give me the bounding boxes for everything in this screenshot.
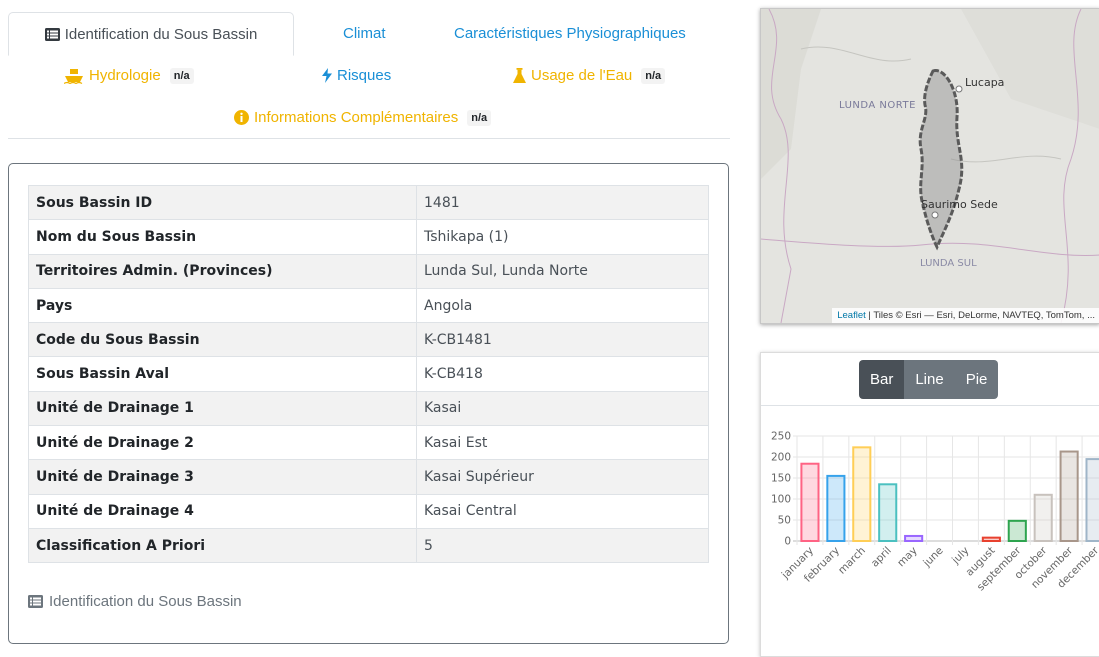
table-caption: Identification du Sous Bassin <box>28 593 242 610</box>
table-row: Sous Bassin Aval K-CB418 <box>28 356 709 392</box>
y-tick-label: 250 <box>771 431 791 443</box>
row-value: Tshikapa (1) <box>416 219 709 255</box>
y-tick-label: 100 <box>771 494 791 506</box>
tab-physiographiques[interactable]: Caractéristiques Physiographiques <box>454 25 686 42</box>
bar-august <box>981 536 1001 542</box>
row-value: Lunda Sul, Lunda Norte <box>416 253 709 289</box>
chart-card: Bar Line Pie 0 50 100 150 200 250 january febru… <box>760 352 1099 657</box>
bar-february <box>826 474 846 542</box>
bar-march <box>852 446 872 543</box>
table-row: Territoires Admin. (Provinces) Lunda Sul,… <box>28 253 709 289</box>
map-label-lucapa: Lucapa <box>965 76 1005 89</box>
line-button[interactable]: Line <box>904 360 955 399</box>
row-label: Nom du Sous Bassin <box>28 219 417 255</box>
identification-card: Sous Bassin ID 1481 Nom du Sous Bassin Tshi… <box>8 163 729 644</box>
bar-october <box>1033 493 1053 543</box>
x-tick-label: april <box>869 545 894 570</box>
row-label: Unité de Drainage 3 <box>28 459 417 495</box>
tab-usage-eau[interactable]: Usage de l'Eau n/a <box>513 67 666 84</box>
row-label: Sous Bassin ID <box>28 184 417 221</box>
y-tick-label: 0 <box>784 536 791 548</box>
row-label: Pays <box>28 287 417 324</box>
map-view[interactable]: Lucapa LUNDA NORTE Saurimo Sede LUNDA SU… <box>760 8 1099 324</box>
row-value: Kasai <box>416 390 709 427</box>
tab-hydrologie[interactable]: Hydrologie n/a <box>64 67 194 84</box>
table-row: Unité de Drainage 2 Kasai Est <box>28 425 709 461</box>
x-tick-label: july <box>949 545 971 567</box>
y-tick-label: 150 <box>771 473 791 485</box>
usage-badge: n/a <box>641 67 666 84</box>
tab-usage-label: Usage de l'Eau <box>531 67 633 84</box>
table-row: Sous Bassin ID 1481 <box>28 184 709 221</box>
row-label: Classification A Priori <box>28 527 417 564</box>
table-row: Unité de Drainage 1 Kasai <box>28 390 709 427</box>
table-row: Code du Sous Bassin K-CB1481 <box>28 322 709 358</box>
map-label-lunda-norte: LUNDA NORTE <box>839 100 916 111</box>
x-tick-label: may <box>895 545 920 570</box>
row-label: Unité de Drainage 4 <box>28 493 417 529</box>
bar-september <box>1007 519 1027 542</box>
table-row: Classification A Priori 5 <box>28 527 709 564</box>
tab-risques[interactable]: Risques <box>322 67 391 84</box>
hydrologie-badge: n/a <box>169 67 194 84</box>
map-label-saurimo: Saurimo Sede <box>921 198 998 211</box>
tab-identification[interactable]: Identification du Sous Bassin <box>8 12 294 56</box>
leaflet-link[interactable]: Leaflet <box>837 310 866 321</box>
bar-may <box>904 534 924 543</box>
row-label: Unité de Drainage 2 <box>28 425 417 461</box>
row-value: K-CB418 <box>416 356 709 392</box>
tab-physio-label: Caractéristiques Physiographiques <box>454 25 686 42</box>
row-label: Code du Sous Bassin <box>28 322 417 358</box>
bar-january <box>800 462 820 542</box>
row-label: Sous Bassin Aval <box>28 356 417 392</box>
map-tiles <box>761 9 1099 323</box>
row-label: Unité de Drainage 1 <box>28 390 417 427</box>
bar-november <box>1059 450 1079 542</box>
y-tick-label: 200 <box>771 452 791 464</box>
tab-hydrologie-label: Hydrologie <box>89 67 161 84</box>
ship-icon <box>64 68 83 84</box>
identification-table: Sous Bassin ID 1481 Nom du Sous Bassin Tshi… <box>28 184 709 564</box>
table-row: Unité de Drainage 4 Kasai Central <box>28 493 709 529</box>
bar-december <box>1085 458 1099 542</box>
flask-icon <box>513 67 526 83</box>
table-row: Nom du Sous Bassin Tshikapa (1) <box>28 219 709 255</box>
list-icon <box>28 595 43 608</box>
table-row: Unité de Drainage 3 Kasai Supérieur <box>28 459 709 495</box>
monthly-bar-chart: 050100150200250januaryfebruarymarch april… <box>771 431 1099 593</box>
tab-climat[interactable]: Climat <box>343 25 386 42</box>
row-value: K-CB1481 <box>416 322 709 358</box>
map-label-lunda-sul: LUNDA SUL <box>920 258 977 269</box>
table-caption-text: Identification du Sous Bassin <box>49 593 242 610</box>
y-tick-label: 50 <box>778 515 791 527</box>
table-row: Pays Angola <box>28 287 709 324</box>
pie-button[interactable]: Pie <box>954 360 999 399</box>
bar-button[interactable]: Bar <box>859 360 905 399</box>
x-tick-label: march <box>836 545 868 577</box>
row-value: Kasai Supérieur <box>416 459 709 495</box>
tab-identification-label: Identification du Sous Bassin <box>64 25 258 43</box>
row-label: Territoires Admin. (Provinces) <box>28 253 417 289</box>
x-tick-label: june <box>920 545 945 570</box>
bolt-icon <box>322 68 332 83</box>
info-circle-icon <box>234 110 249 125</box>
bar-april <box>878 483 898 543</box>
row-value: 5 <box>416 527 709 564</box>
attribution-text: | Tiles © Esri — Esri, DeLorme, NAVTEQ, … <box>865 310 1095 321</box>
tab-climat-label: Climat <box>343 25 386 42</box>
informations-badge: n/a <box>467 109 492 126</box>
map-attribution: Leaflet | Tiles © Esri — Esri, DeLorme, … <box>832 308 1099 323</box>
tab-informations[interactable]: Informations Complémentaires n/a <box>234 109 492 126</box>
list-icon <box>44 27 60 41</box>
row-value: 1481 <box>416 184 709 221</box>
row-value: Kasai Central <box>416 493 709 529</box>
tab-risques-label: Risques <box>337 67 392 84</box>
row-value: Kasai Est <box>416 425 709 461</box>
row-value: Angola <box>416 287 709 324</box>
tab-informations-label: Informations Complémentaires <box>254 109 459 126</box>
chart-type-toggle: Bar Line Pie <box>859 360 999 399</box>
tab-bar: Identification du Sous Bassin Climat Car… <box>8 12 730 139</box>
